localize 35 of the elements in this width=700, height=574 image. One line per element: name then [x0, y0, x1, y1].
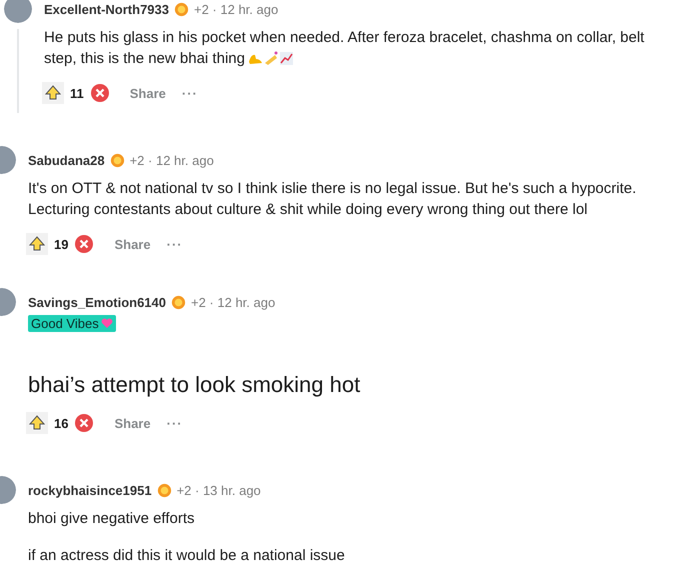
close-icon[interactable] — [90, 83, 110, 103]
upvote-button[interactable] — [26, 412, 48, 434]
vote-count: 19 — [54, 236, 68, 252]
share-button[interactable]: Share — [114, 416, 151, 430]
comment-text: He puts his glass in his pocket when needed. After feroza bracelet, chashma on collar, belt step, this is the new bhai thing — [44, 28, 646, 69]
vote-count: 11 — [70, 86, 84, 100]
award-icon — [156, 482, 173, 498]
upvote-button[interactable] — [42, 82, 64, 104]
share-button[interactable]: Share — [130, 86, 166, 100]
comment-meta: +2 · 12 hr. ago — [191, 294, 276, 310]
comment-meta: +2 · 13 hr. ago — [176, 482, 261, 498]
user-flair: Good Vibes — [28, 315, 116, 332]
username[interactable]: Savings_Emotion6140 — [28, 294, 166, 310]
comment-meta: +2 · 12 hr. ago — [130, 152, 214, 168]
username[interactable]: rockybhaisince1951 — [28, 482, 152, 498]
close-icon[interactable] — [74, 413, 94, 433]
comment-text: bhai’s attempt to look smoking hot — [28, 371, 362, 399]
heart-icon — [100, 318, 113, 329]
more-button[interactable]: ··· — [166, 236, 183, 252]
award-icon — [170, 294, 187, 310]
close-icon[interactable] — [74, 234, 94, 254]
username[interactable]: Excellent-North7933 — [44, 2, 169, 16]
comment-text: if an actress did this it would be a national issue — [28, 546, 346, 566]
vote-count: 16 — [54, 416, 68, 430]
share-button[interactable]: Share — [114, 236, 151, 252]
more-button[interactable]: ··· — [166, 416, 183, 430]
username[interactable]: Sabudana28 — [28, 152, 105, 168]
more-button[interactable]: ··· — [182, 86, 198, 100]
comment-text: bhoi give negative efforts — [28, 509, 196, 529]
award-icon — [108, 152, 126, 168]
upvote-button[interactable] — [26, 233, 48, 255]
avatar-icon[interactable] — [4, 0, 32, 23]
comment-meta: +2 · 12 hr. ago — [194, 2, 278, 16]
award-icon — [173, 0, 190, 18]
comment-text: It's on OTT & not national tv so I think islie there is no legal issue. But he's such a hypocrite. Lecturing contestants about culture & shit while doing every wrong thing out there lol — [28, 179, 638, 220]
